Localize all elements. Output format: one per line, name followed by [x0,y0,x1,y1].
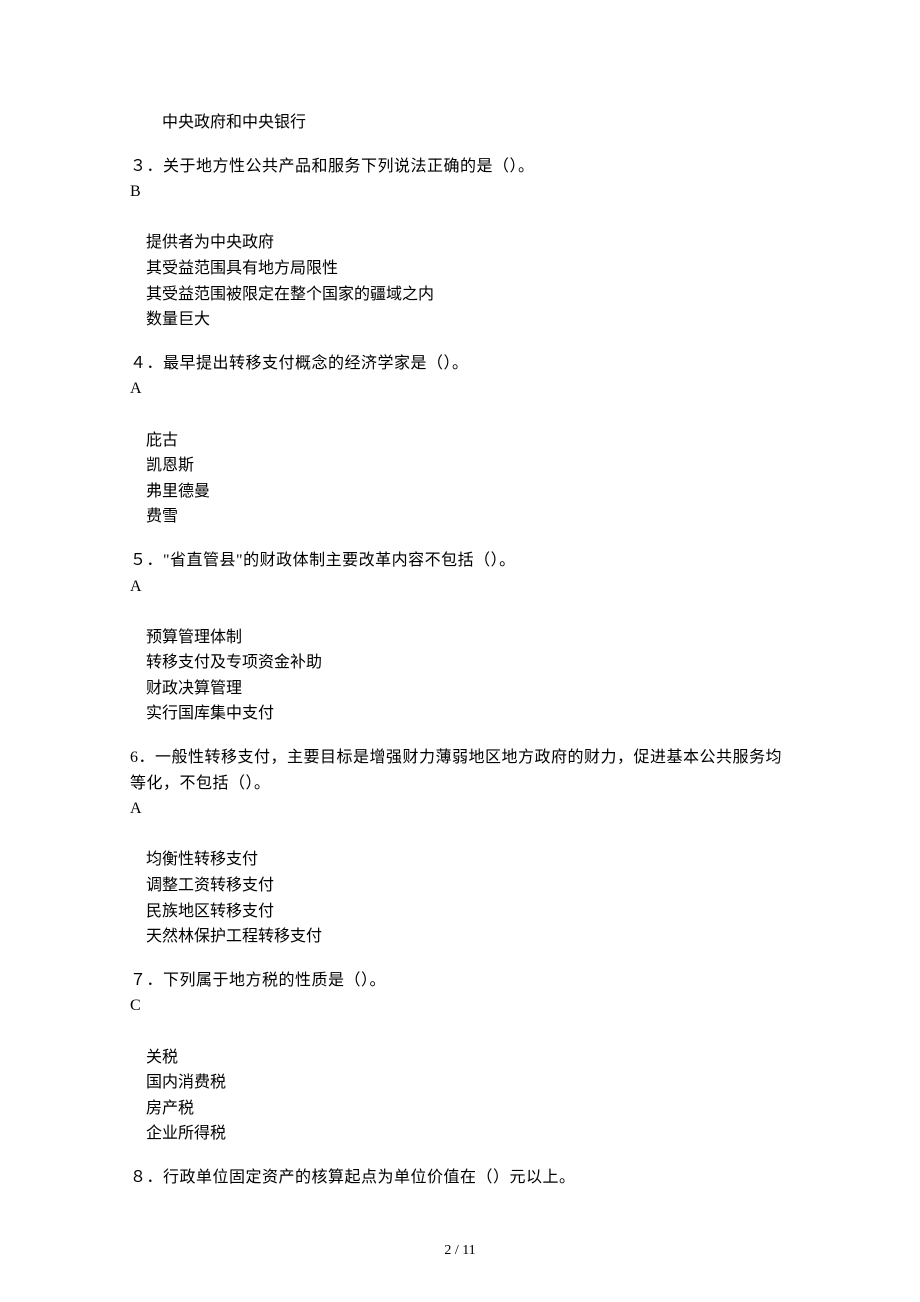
answer-letter: A [130,574,790,600]
option-b: 其受益范围具有地方局限性 [146,256,790,282]
option-d: 天然林保护工程转移支付 [146,924,790,950]
question-number: ５． [130,552,163,569]
question-number: 6． [130,749,155,766]
question-text: "省直管县"的财政体制主要改革内容不包括（）。 [163,552,516,569]
option-b: 转移支付及专项资金补助 [146,650,790,676]
question-stem: ５．"省直管县"的财政体制主要改革内容不包括（）。 [130,548,790,574]
question-stem: ４．最早提出转移支付概念的经济学家是（）。 [130,351,790,377]
question-3: ３．关于地方性公共产品和服务下列说法正确的是（）。 B 提供者为中央政府 其受益… [130,154,790,333]
blank-line [130,599,790,625]
answer-letter: A [130,376,790,402]
question-number: ３． [130,158,163,175]
option-a: 关税 [146,1045,790,1071]
blank-line [130,402,790,428]
question-4: ４．最早提出转移支付概念的经济学家是（）。 A 庇古 凯恩斯 弗里德曼 费雪 [130,351,790,530]
question-stem: ３．关于地方性公共产品和服务下列说法正确的是（）。 [130,154,790,180]
question-text: 一般性转移支付，主要目标是增强财力薄弱地区地方政府的财力，促进基本公共服务均等化… [130,749,782,792]
option-c: 房产税 [146,1096,790,1122]
option-a: 庇古 [146,428,790,454]
question-stem: 6．一般性转移支付，主要目标是增强财力薄弱地区地方政府的财力，促进基本公共服务均… [130,745,790,796]
question-5: ５．"省直管县"的财政体制主要改革内容不包括（）。 A 预算管理体制 转移支付及… [130,548,790,727]
option-c: 其受益范围被限定在整个国家的疆域之内 [146,282,790,308]
option-b: 凯恩斯 [146,453,790,479]
option-b: 国内消费税 [146,1070,790,1096]
option-a: 预算管理体制 [146,625,790,651]
blank-line [130,822,790,848]
question-8: ８．行政单位固定资产的核算起点为单位价值在（）元以上。 [130,1165,790,1191]
option-d: 企业所得税 [146,1121,790,1147]
options-list: 预算管理体制 转移支付及专项资金补助 财政决算管理 实行国库集中支付 [130,625,790,727]
option-c: 财政决算管理 [146,676,790,702]
option-c: 民族地区转移支付 [146,899,790,925]
question-stem: ７．下列属于地方税的性质是（）。 [130,968,790,994]
question-7: ７．下列属于地方税的性质是（）。 C 关税 国内消费税 房产税 企业所得税 [130,968,790,1147]
option-a: 均衡性转移支付 [146,847,790,873]
question-text: 行政单位固定资产的核算起点为单位价值在（）元以上。 [163,1169,576,1186]
page-number: 2 / 11 [0,1240,920,1262]
blank-line [130,1019,790,1045]
question-text: 下列属于地方税的性质是（）。 [163,972,386,989]
option-d: 费雪 [146,504,790,530]
question-number: ７． [130,972,163,989]
option-b: 调整工资转移支付 [146,873,790,899]
question-6: 6．一般性转移支付，主要目标是增强财力薄弱地区地方政府的财力，促进基本公共服务均… [130,745,790,950]
options-list: 均衡性转移支付 调整工资转移支付 民族地区转移支付 天然林保护工程转移支付 [130,847,790,949]
fragment-text: 中央政府和中央银行 [130,110,790,136]
answer-letter: C [130,993,790,1019]
question-number: ４． [130,355,163,372]
option-d: 实行国库集中支付 [146,701,790,727]
fragment-top: 中央政府和中央银行 [130,110,790,136]
answer-letter: B [130,179,790,205]
options-list: 提供者为中央政府 其受益范围具有地方局限性 其受益范围被限定在整个国家的疆域之内… [130,230,790,332]
question-stem: ８．行政单位固定资产的核算起点为单位价值在（）元以上。 [130,1165,790,1191]
question-text: 关于地方性公共产品和服务下列说法正确的是（）。 [163,158,535,175]
blank-line [130,205,790,231]
option-d: 数量巨大 [146,307,790,333]
option-a: 提供者为中央政府 [146,230,790,256]
question-text: 最早提出转移支付概念的经济学家是（）。 [163,355,469,372]
document-page: 中央政府和中央银行 ３．关于地方性公共产品和服务下列说法正确的是（）。 B 提供… [0,0,920,1302]
question-number: ８． [130,1169,163,1186]
options-list: 庇古 凯恩斯 弗里德曼 费雪 [130,428,790,530]
answer-letter: A [130,796,790,822]
option-c: 弗里德曼 [146,479,790,505]
options-list: 关税 国内消费税 房产税 企业所得税 [130,1045,790,1147]
